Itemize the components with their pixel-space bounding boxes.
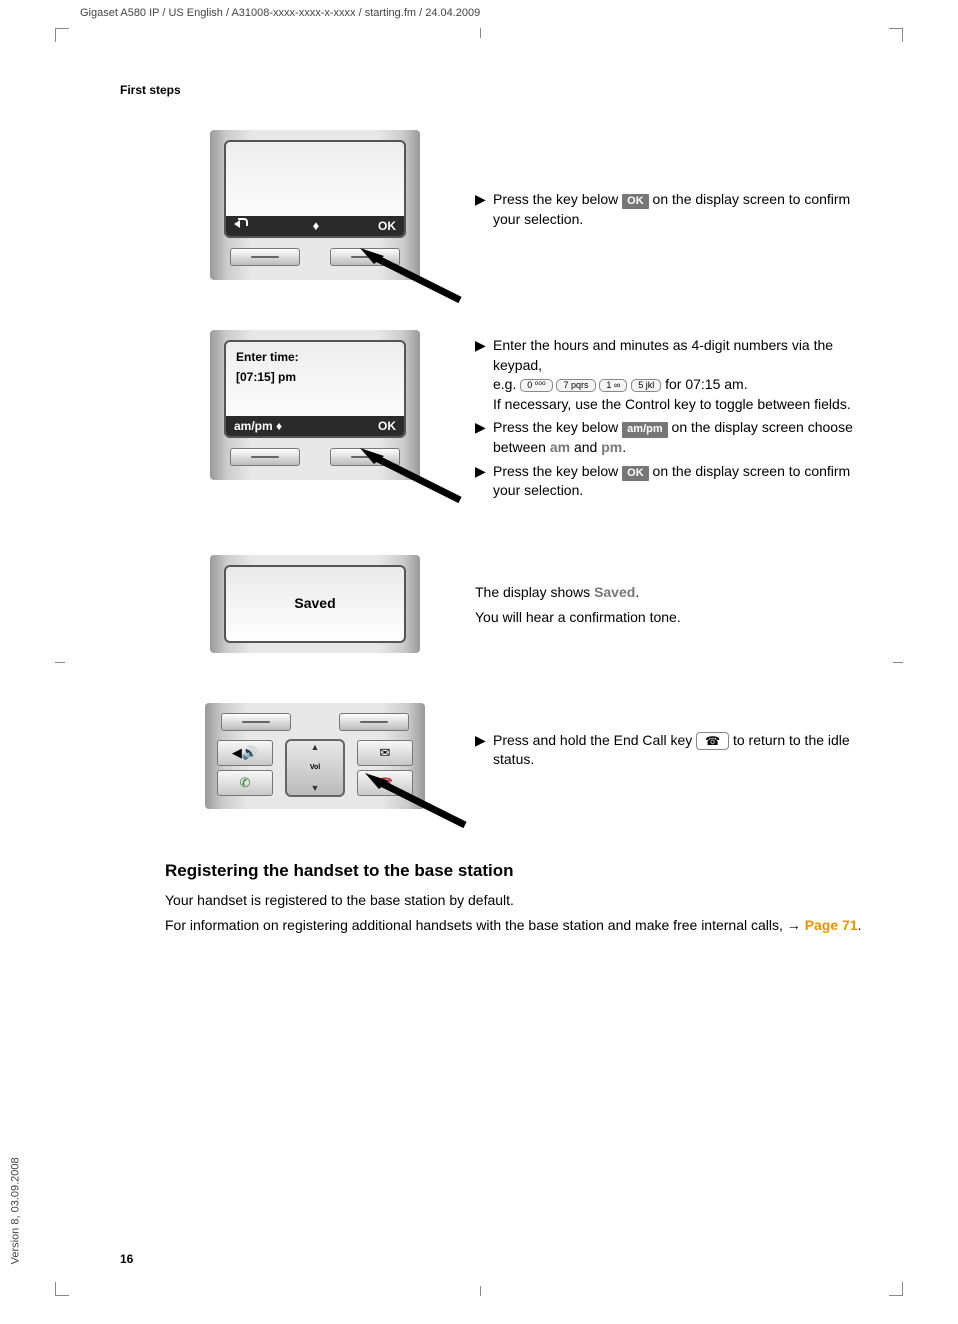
text: The display shows Saved.	[475, 583, 865, 603]
step-row: ◀🔊 ✆ ▲ Vol ▼ ✉ ☎	[175, 703, 865, 809]
screen-line: Enter time:	[230, 346, 400, 369]
text: Press the key below	[493, 191, 622, 207]
paragraph: Your handset is registered to the base s…	[165, 891, 865, 911]
back-icon	[234, 218, 274, 235]
arrow-icon: →	[787, 917, 801, 933]
crop-mark	[893, 662, 903, 663]
text: You will hear a confirmation tone.	[475, 608, 865, 628]
softkey-bar: ♦ OK	[226, 216, 404, 236]
crop-mark	[55, 1282, 69, 1296]
doc-header: Gigaset A580 IP / US English / A31008-xx…	[80, 6, 480, 21]
message-key: ✉	[357, 740, 413, 766]
phone-screen: Saved	[224, 565, 406, 643]
keypad-key: 1 ∞	[599, 379, 627, 393]
soft-key-left	[221, 713, 291, 731]
section: Registering the handset to the base stat…	[165, 859, 865, 936]
text: Press the key below	[493, 463, 622, 479]
bullet-icon: ▶	[475, 336, 493, 414]
version-label: Version 8, 03.09.2008	[9, 1157, 24, 1264]
page-number: 16	[120, 1251, 133, 1268]
crop-mark	[480, 28, 481, 38]
page-content: ♦ OK ▶ Press the key below OK on the dis…	[175, 130, 865, 942]
bullet-icon: ▶	[475, 190, 493, 229]
screen-line: [07:15] pm	[230, 369, 400, 386]
ok-label: OK	[622, 194, 649, 209]
step-row: Saved The display shows Saved. You will …	[175, 555, 865, 653]
soft-key-right	[339, 713, 409, 731]
text: Press and hold the End Call key	[493, 732, 696, 748]
phone-screen: Enter time: [07:15] pm am/pm ♦ OK	[224, 340, 406, 438]
keypad-key: 0 ⁰⁰⁰	[520, 379, 552, 393]
crop-mark	[55, 662, 65, 663]
phone-illustration: ♦ OK	[210, 130, 420, 280]
text: pm	[601, 439, 622, 455]
bullet-icon: ▶	[475, 418, 493, 457]
text: .	[622, 439, 626, 455]
instruction: ▶ Press the key below am/pm on the displ…	[475, 418, 865, 457]
page-link[interactable]: Page 71	[805, 917, 858, 933]
soft-key-right	[330, 448, 400, 466]
phone-illustration: ◀🔊 ✆ ▲ Vol ▼ ✉ ☎	[205, 703, 425, 809]
crop-mark	[889, 1282, 903, 1296]
text: Enter the hours and minutes as 4-digit n…	[493, 337, 833, 373]
end-call-key: ☎	[357, 770, 413, 796]
ok-label: OK	[622, 466, 649, 481]
step-row: ♦ OK ▶ Press the key below OK on the dis…	[175, 130, 865, 280]
phone-illustration: Saved	[210, 555, 420, 653]
text: and	[570, 439, 601, 455]
running-head: First steps	[120, 82, 181, 99]
instruction: ▶ Press the key below OK on the display …	[475, 190, 865, 229]
crop-mark	[55, 28, 69, 42]
talk-key: ✆	[217, 770, 273, 796]
phone-illustration: Enter time: [07:15] pm am/pm ♦ OK	[210, 330, 420, 480]
nav-key: ▲ Vol ▼	[285, 739, 345, 797]
keypad-key: 7 pqrs	[556, 379, 595, 393]
step-row: Enter time: [07:15] pm am/pm ♦ OK	[175, 330, 865, 505]
speaker-key: ◀🔊	[217, 740, 273, 766]
text: for 07:15 am.	[665, 376, 748, 392]
softkey-bar: am/pm ♦ OK	[226, 416, 404, 436]
bullet-icon: ▶	[475, 731, 493, 770]
soft-key-left	[230, 248, 300, 266]
text: e.g.	[493, 376, 520, 392]
end-call-icon: ☎	[696, 732, 729, 751]
soft-key-left	[230, 448, 300, 466]
keypad-key: 5 jkl	[631, 379, 661, 393]
section-heading: Registering the handset to the base stat…	[165, 859, 865, 883]
text: If necessary, use the Control key to tog…	[493, 396, 851, 412]
softkey-label: am/pm ♦	[234, 418, 294, 435]
softkey-label: OK	[356, 218, 396, 235]
bullet-icon: ▶	[475, 462, 493, 501]
text: Press the key below	[493, 419, 622, 435]
crop-mark	[889, 28, 903, 42]
text: am	[550, 439, 570, 455]
ampm-label: am/pm	[622, 422, 667, 437]
updown-icon: ♦	[295, 217, 335, 235]
paragraph: For information on registering additiona…	[165, 916, 865, 936]
instruction: ▶ Press and hold the End Call key ☎ to r…	[475, 731, 865, 770]
crop-mark	[480, 1286, 481, 1296]
soft-key-right	[330, 248, 400, 266]
instruction: ▶ Press the key below OK on the display …	[475, 462, 865, 501]
softkey-label: OK	[356, 418, 396, 435]
instruction: ▶ Enter the hours and minutes as 4-digit…	[475, 336, 865, 414]
phone-screen: ♦ OK	[224, 140, 406, 238]
